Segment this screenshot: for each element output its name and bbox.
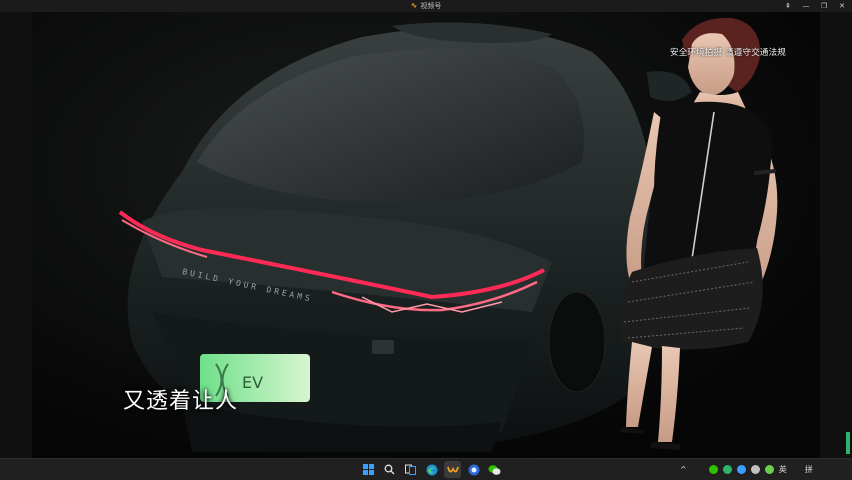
search-icon[interactable] xyxy=(381,461,398,478)
taskbar: ^ 英 拼 xyxy=(0,458,852,480)
letterbox-right xyxy=(820,12,852,458)
ime-language-indicator[interactable]: 英 xyxy=(779,464,787,475)
pin-icon[interactable]: ⇞ xyxy=(784,2,792,10)
taskbar-pinned-apps xyxy=(360,461,503,478)
title-bar: ∿ 视频号 ⇞ — ❐ ✕ xyxy=(0,0,852,12)
wechat-tray-icon[interactable] xyxy=(708,465,718,474)
window-title: 视频号 xyxy=(420,2,442,10)
car-badge xyxy=(372,340,394,354)
wechat-icon[interactable] xyxy=(486,461,503,478)
edge-icon[interactable] xyxy=(423,461,440,478)
wheel xyxy=(548,291,606,393)
letterbox-left xyxy=(0,12,32,458)
scroll-indicator[interactable] xyxy=(846,432,850,454)
system-tray: ^ 英 拼 xyxy=(680,459,813,480)
windows-start-icon[interactable] xyxy=(360,461,377,478)
channels-logo-icon: ∿ xyxy=(410,1,418,10)
app-title-group: ∿ 视频号 xyxy=(411,1,442,11)
app-tray-icon[interactable] xyxy=(750,465,760,474)
ime-mode-indicator[interactable]: 拼 xyxy=(805,464,813,475)
maximize-button[interactable]: ❐ xyxy=(820,2,828,10)
close-button[interactable]: ✕ xyxy=(838,2,846,10)
minimize-button[interactable]: — xyxy=(802,2,810,10)
task-view-icon[interactable] xyxy=(402,461,419,478)
tray-overflow-chevron[interactable]: ^ xyxy=(680,465,687,474)
channels-app-icon[interactable] xyxy=(444,461,461,478)
browser-icon[interactable] xyxy=(465,461,482,478)
video-watermark: 安全环境拍摄 请遵守交通法规 xyxy=(670,48,787,58)
plate-text: EV xyxy=(242,373,263,392)
shield-tray-icon[interactable] xyxy=(764,465,774,474)
security-tray-icon[interactable] xyxy=(722,465,732,474)
network-tray-icon[interactable] xyxy=(736,465,746,474)
video-subtitle: 又透着让人 xyxy=(123,389,239,414)
window-controls: ⇞ — ❐ ✕ xyxy=(784,0,846,12)
video-player[interactable]: BUILD YOUR DREAMS EV 安全环境拍摄 请遵守交通法规 又透着让… xyxy=(32,12,820,458)
